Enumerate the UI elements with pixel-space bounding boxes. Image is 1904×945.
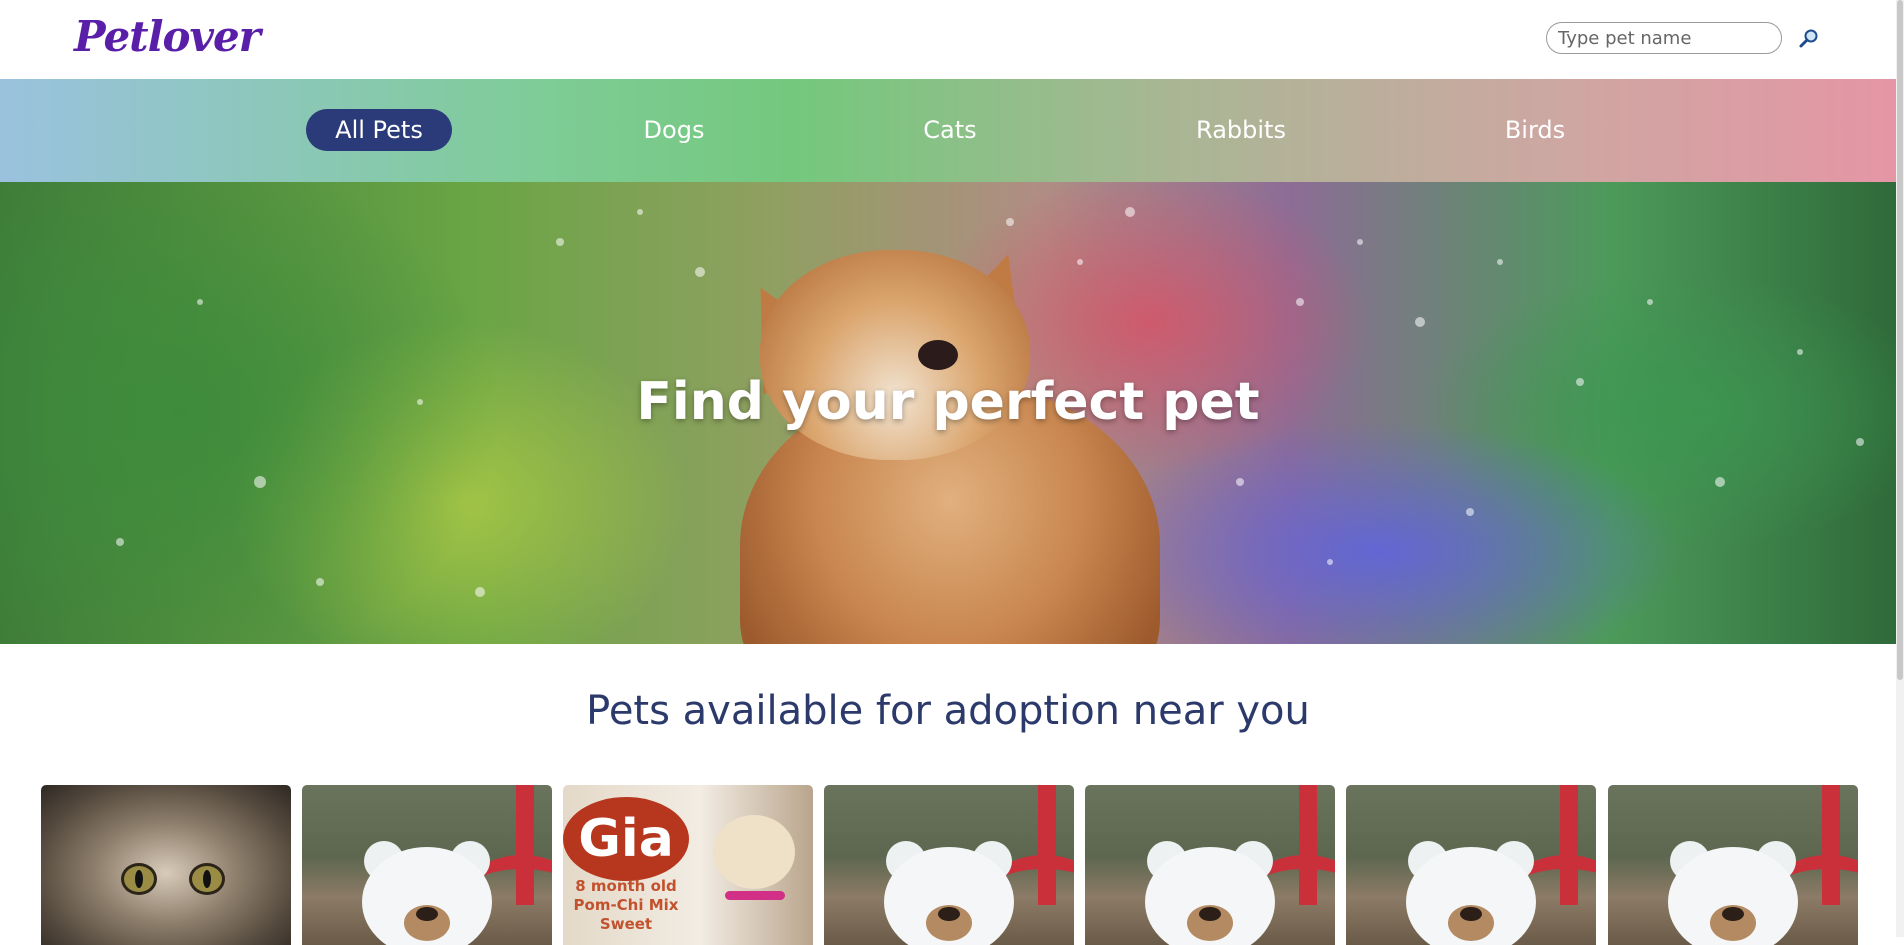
nav-item-dogs[interactable]: Dogs	[617, 109, 731, 151]
site-logo[interactable]: Petlover	[74, 12, 261, 61]
cat-eye	[121, 863, 157, 895]
nav-item-rabbits[interactable]: Rabbits	[1176, 109, 1306, 151]
gia-caption: 8 month old Pom-Chi Mix Sweet	[573, 877, 679, 933]
category-nav: All Pets Dogs Cats Rabbits Birds	[0, 79, 1896, 182]
bear-nose	[938, 907, 960, 921]
pet-card-cat[interactable]	[41, 785, 291, 945]
search-input[interactable]	[1547, 23, 1758, 53]
hero-banner: Find your perfect pet	[0, 182, 1896, 644]
section-title: Pets available for adoption near you	[586, 688, 1310, 734]
bear-nose	[1722, 907, 1744, 921]
search-box[interactable]	[1546, 22, 1782, 54]
bear-nose	[1460, 907, 1482, 921]
pet-card-teddy-bear[interactable]	[1085, 785, 1335, 945]
pet-card-teddy-bear[interactable]	[824, 785, 1074, 945]
scrollbar-thumb[interactable]	[1897, 0, 1903, 680]
dog-head	[713, 815, 795, 889]
gia-name-badge: Gia	[563, 797, 689, 881]
page-scrollbar[interactable]	[1896, 0, 1904, 937]
bear-nose	[1199, 907, 1221, 921]
cat-eye	[189, 863, 225, 895]
pet-card-gia[interactable]: Gia 8 month old Pom-Chi Mix Sweet	[563, 785, 813, 945]
dog-collar	[725, 891, 785, 900]
nav-item-all-pets[interactable]: All Pets	[306, 109, 452, 151]
pet-card-teddy-bear[interactable]	[1346, 785, 1596, 945]
magnifier-icon[interactable]	[1797, 27, 1821, 51]
bear-nose	[416, 907, 438, 921]
site-header: Petlover	[0, 0, 1904, 79]
nav-item-birds[interactable]: Birds	[1478, 109, 1592, 151]
hero-title: Find your perfect pet	[636, 372, 1260, 432]
pet-card-teddy-bear[interactable]	[302, 785, 552, 945]
nav-item-cats[interactable]: Cats	[893, 109, 1007, 151]
pet-card-teddy-bear[interactable]	[1608, 785, 1858, 945]
